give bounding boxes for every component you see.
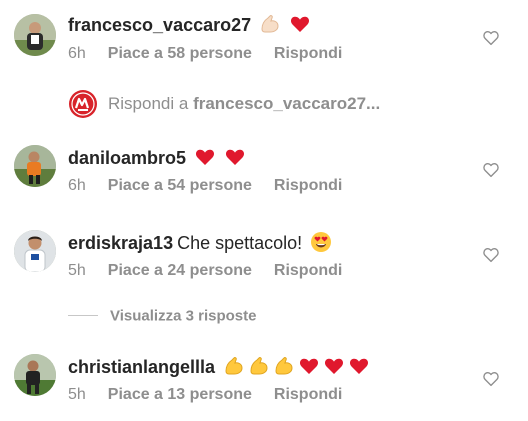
comment-time: 5h [68, 386, 86, 403]
red-heart-icon [298, 355, 320, 382]
comment-text: Che spettacolo! [177, 233, 303, 253]
reply-button[interactable]: Rispondi [274, 177, 342, 194]
view-replies-label: Visualizza 3 risposte [110, 307, 257, 325]
comment-username[interactable]: erdiskraja13 [68, 233, 173, 253]
reply-button[interactable]: Rispondi [274, 262, 342, 279]
reply-to-prefix: Rispondi a [108, 94, 189, 113]
view-replies-divider [68, 315, 98, 317]
view-replies-button[interactable]: Visualizza 3 risposte [68, 307, 256, 329]
red-heart-icon [348, 355, 370, 382]
comment-time: 5h [68, 262, 86, 279]
comment-meta: 6h Piace a 54 persone Rispondi [68, 176, 342, 196]
comment-username[interactable]: christianlangellla [68, 357, 215, 377]
reply-to-username[interactable]: francesco_vaccaro27... [193, 94, 380, 113]
comment-username[interactable]: francesco_vaccaro27 [68, 15, 251, 35]
like-heart-icon[interactable] [482, 29, 500, 47]
red-heart-icon [194, 146, 216, 173]
comment-line: francesco_vaccaro27 [68, 13, 311, 40]
red-heart-icon [323, 355, 345, 382]
like-heart-icon[interactable] [482, 246, 500, 264]
reply-to-indicator[interactable]: Rispondi a francesco_vaccaro27... [68, 89, 508, 119]
like-heart-icon[interactable] [482, 161, 500, 179]
comment-meta: 5h Piace a 24 persone Rispondi [68, 261, 342, 281]
red-heart-icon [289, 13, 311, 40]
likes-count[interactable]: Piace a 13 persone [108, 386, 252, 403]
flexed-biceps-light-icon [259, 13, 281, 40]
comment-meta: 5h Piace a 13 persone Rispondi [68, 385, 342, 405]
heart-eyes-face-icon [310, 231, 332, 258]
avatar[interactable] [14, 230, 56, 272]
avatar[interactable] [14, 145, 56, 187]
avatar[interactable] [14, 14, 56, 56]
flexed-biceps-icon [273, 355, 295, 382]
comment-time: 6h [68, 177, 86, 194]
reply-button[interactable]: Rispondi [274, 45, 342, 62]
avatar[interactable] [14, 354, 56, 396]
like-heart-icon[interactable] [482, 370, 500, 388]
comment-line: daniloambro5 [68, 146, 246, 173]
reply-button[interactable]: Rispondi [274, 386, 342, 403]
likes-count[interactable]: Piace a 58 persone [108, 45, 252, 62]
likes-count[interactable]: Piace a 24 persone [108, 262, 252, 279]
comment-line: christianlangellla [68, 355, 370, 382]
comment-time: 6h [68, 45, 86, 62]
comment-meta: 6h Piace a 58 persone Rispondi [68, 44, 342, 64]
reply-to-text: Rispondi a francesco_vaccaro27... [108, 93, 380, 115]
likes-count[interactable]: Piace a 54 persone [108, 177, 252, 194]
comment-line: erdiskraja13 Che spettacolo! [68, 231, 332, 258]
club-logo-icon [68, 89, 98, 119]
red-heart-icon [224, 146, 246, 173]
flexed-biceps-icon [223, 355, 245, 382]
comment-username[interactable]: daniloambro5 [68, 148, 186, 168]
flexed-biceps-icon [248, 355, 270, 382]
